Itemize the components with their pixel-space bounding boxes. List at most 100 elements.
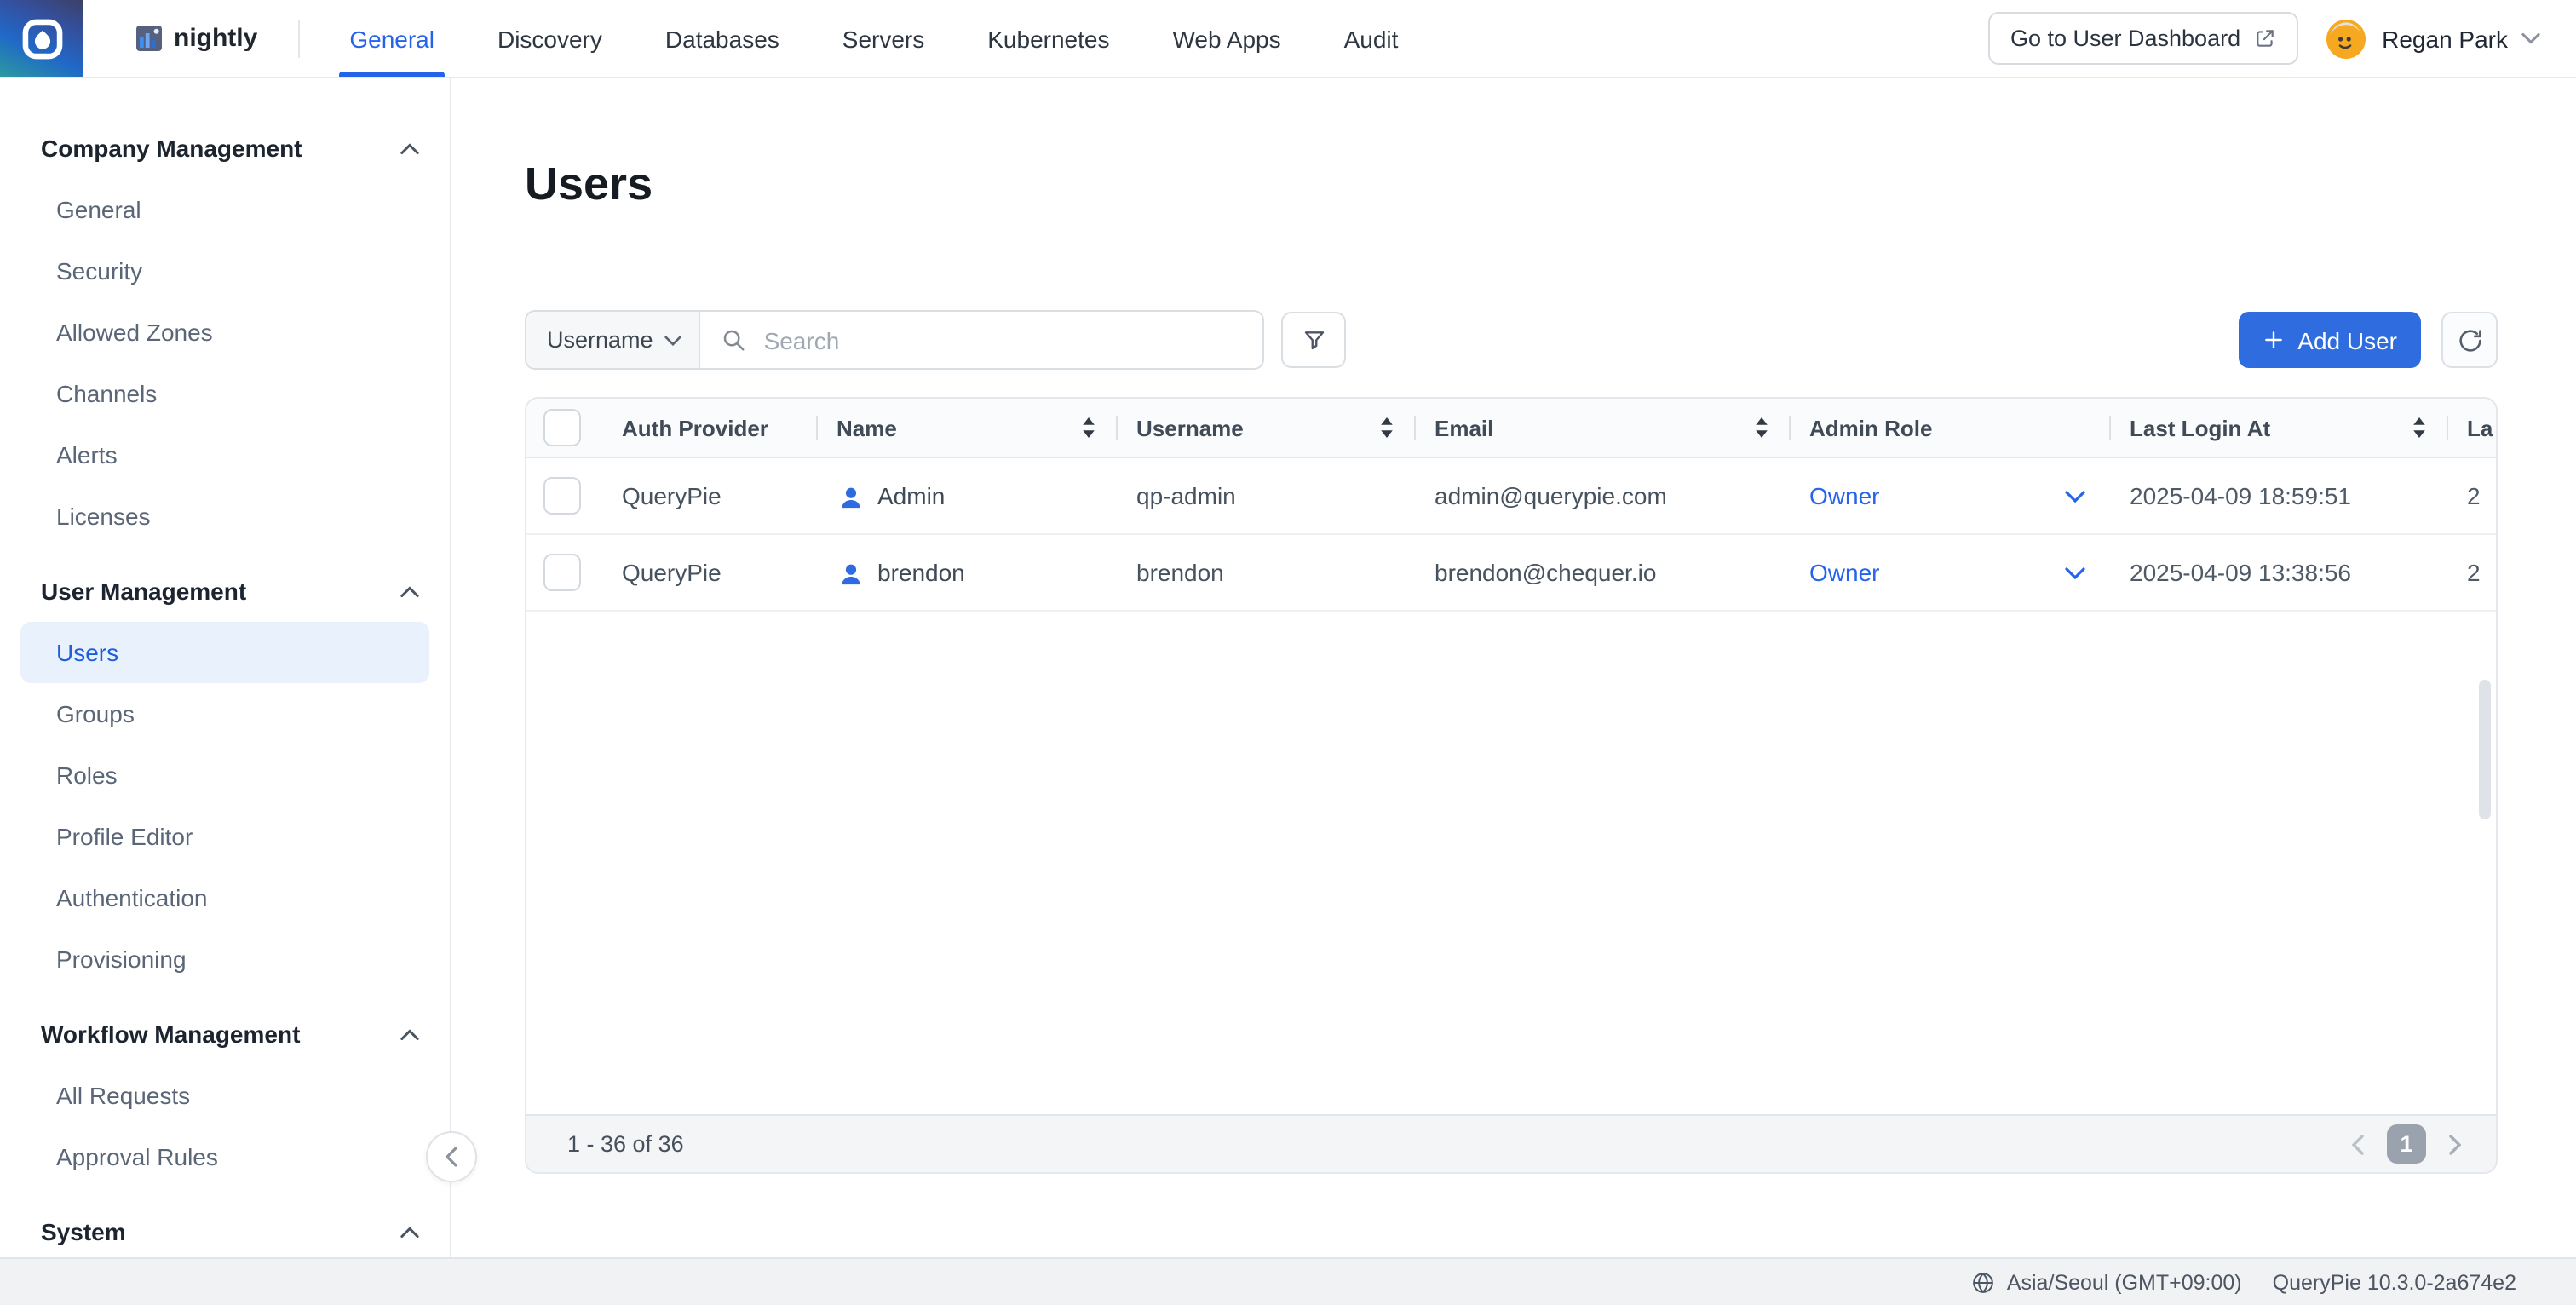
sidebar-section-user-management[interactable]: User Management	[0, 561, 450, 622]
version-text: QueryPie 10.3.0-2a674e2	[2273, 1270, 2516, 1294]
chevron-up-icon	[400, 1028, 419, 1040]
sidebar-item-all-requests[interactable]: All Requests	[20, 1065, 429, 1126]
column-header-name[interactable]: Name	[816, 399, 1116, 457]
refresh-button[interactable]	[2441, 312, 2498, 368]
row-checkbox[interactable]	[543, 477, 581, 515]
chevron-down-icon	[2065, 490, 2085, 502]
user-avatar-icon	[837, 481, 865, 510]
nav-tab-databases[interactable]: Databases	[665, 0, 779, 77]
sidebar-section-workflow-management[interactable]: Workflow Management	[0, 1003, 450, 1065]
table-footer: 1 - 36 of 36 1	[526, 1114, 2496, 1172]
nav-tab-audit[interactable]: Audit	[1344, 0, 1399, 77]
column-header-admin-role[interactable]: Admin Role	[1789, 399, 2109, 457]
pagination-prev-button[interactable]	[2351, 1134, 2365, 1154]
nav-tab-servers[interactable]: Servers	[842, 0, 924, 77]
column-label: Username	[1136, 415, 1244, 440]
column-header-auth-provider[interactable]: Auth Provider	[601, 399, 816, 457]
querypie-logo-icon	[18, 14, 66, 62]
filter-button[interactable]	[1281, 312, 1346, 368]
go-to-user-dashboard-label: Go to User Dashboard	[2010, 26, 2240, 51]
column-header-username[interactable]: Username	[1116, 399, 1414, 457]
chevron-left-icon	[445, 1147, 458, 1167]
search-input[interactable]	[761, 325, 1262, 355]
chevron-down-icon	[2065, 566, 2085, 578]
cell-email: admin@querypie.com	[1414, 458, 1789, 533]
querypie-logo[interactable]	[0, 0, 83, 77]
sidebar-item-roles[interactable]: Roles	[20, 744, 429, 806]
chevron-down-icon	[665, 335, 682, 345]
column-header-email[interactable]: Email	[1414, 399, 1789, 457]
sidebar-collapse-button[interactable]	[426, 1131, 477, 1182]
sidebar-item-users[interactable]: Users	[20, 622, 429, 683]
column-label: Admin Role	[1809, 415, 1932, 440]
chevron-down-icon	[2521, 32, 2540, 44]
nav-tab-general[interactable]: General	[349, 0, 434, 77]
admin-role-dropdown[interactable]: Owner	[1789, 458, 2109, 533]
nav-tab-discovery[interactable]: Discovery	[497, 0, 602, 77]
user-menu[interactable]: Regan Park	[2324, 16, 2540, 60]
sidebar-item-security[interactable]: Security	[20, 240, 429, 302]
sidebar-item-approval-rules[interactable]: Approval Rules	[20, 1126, 429, 1187]
table-empty-area	[526, 612, 2496, 1114]
nav-tab-kubernetes[interactable]: Kubernetes	[987, 0, 1109, 77]
users-table: Auth Provider Name Username Email Admin …	[525, 397, 2498, 1174]
sidebar-item-general[interactable]: General	[20, 179, 429, 240]
nav-tab-web-apps[interactable]: Web Apps	[1172, 0, 1280, 77]
chevron-right-icon	[2448, 1134, 2462, 1154]
search-field-selector[interactable]: Username	[526, 312, 701, 368]
sidebar-section-company-management[interactable]: Company Management	[0, 118, 450, 179]
sidebar-item-alerts[interactable]: Alerts	[20, 424, 429, 486]
sidebar-section: Workflow Management All RequestsApproval…	[0, 1003, 450, 1187]
table-row[interactable]: QueryPie Admin qp-admin admin@querypie.c…	[526, 458, 2496, 535]
column-header-last-login-at[interactable]: Last Login At	[2109, 399, 2447, 457]
table-row[interactable]: QueryPie brendon brendon brendon@chequer…	[526, 535, 2496, 612]
column-label: Last Login At	[2130, 415, 2270, 440]
sidebar-item-licenses[interactable]: Licenses	[20, 486, 429, 547]
top-nav: nightly General Discovery Databases Servers…	[0, 0, 2576, 78]
admin-role-value[interactable]: Owner	[1809, 559, 1879, 586]
admin-role-dropdown[interactable]: Owner	[1789, 535, 2109, 610]
select-all-checkbox[interactable]	[543, 409, 581, 446]
search-field-value: Username	[547, 327, 653, 353]
sidebar-section-system[interactable]: System	[0, 1201, 450, 1257]
sidebar-item-channels[interactable]: Channels	[20, 363, 429, 424]
sidebar-section: System	[0, 1201, 450, 1257]
pagination-page-1[interactable]: 1	[2387, 1124, 2426, 1164]
sort-icon	[1755, 417, 1768, 438]
select-all-cell	[526, 399, 601, 457]
cell-last-truncated: 2	[2447, 535, 2498, 610]
workspace-brand[interactable]: nightly	[136, 24, 257, 53]
table-header: Auth Provider Name Username Email Admin …	[526, 399, 2496, 458]
cell-last-login-at: 2025-04-09 13:38:56	[2109, 535, 2447, 610]
globe-icon	[1971, 1270, 1995, 1294]
pagination-next-button[interactable]	[2448, 1134, 2462, 1154]
go-to-user-dashboard-button[interactable]: Go to User Dashboard	[1988, 12, 2298, 65]
sidebar-item-groups[interactable]: Groups	[20, 683, 429, 744]
cell-name: brendon	[816, 535, 1116, 610]
cell-auth-provider: QueryPie	[601, 458, 816, 533]
timezone-indicator[interactable]: Asia/Seoul (GMT+09:00)	[1971, 1270, 2242, 1294]
sidebar-item-profile-editor[interactable]: Profile Editor	[20, 806, 429, 867]
table-scrollbar[interactable]	[2479, 680, 2491, 819]
admin-role-value[interactable]: Owner	[1809, 482, 1879, 509]
plus-icon	[2262, 329, 2284, 351]
sidebar-item-authentication[interactable]: Authentication	[20, 867, 429, 928]
external-link-icon	[2254, 27, 2276, 49]
timezone-text: Asia/Seoul (GMT+09:00)	[2007, 1270, 2242, 1294]
search-icon	[722, 327, 747, 353]
avatar	[2324, 16, 2368, 60]
column-label: La	[2467, 415, 2493, 440]
sidebar-item-provisioning[interactable]: Provisioning	[20, 928, 429, 990]
sidebar-item-allowed-zones[interactable]: Allowed Zones	[20, 302, 429, 363]
add-user-button[interactable]: Add User	[2238, 312, 2421, 368]
column-label: Email	[1435, 415, 1493, 440]
column-header-la[interactable]: La	[2447, 399, 2498, 457]
add-user-label: Add User	[2297, 326, 2397, 354]
cell-username: qp-admin	[1116, 458, 1414, 533]
sidebar: Company Management GeneralSecurityAllowe…	[0, 77, 451, 1257]
status-bar: Asia/Seoul (GMT+09:00) QueryPie 10.3.0-2…	[0, 1257, 2576, 1305]
row-checkbox[interactable]	[543, 554, 581, 591]
chevron-up-icon	[400, 142, 419, 154]
sort-icon	[1380, 417, 1394, 438]
pagination-range: 1 - 36 of 36	[567, 1131, 684, 1157]
